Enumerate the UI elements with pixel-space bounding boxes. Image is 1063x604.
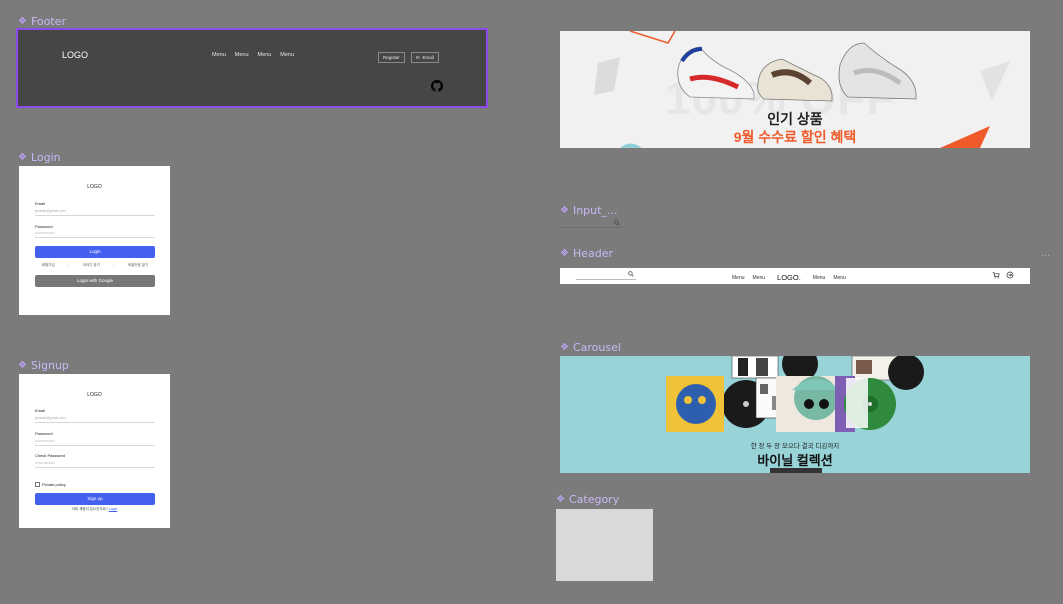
- header-icons: [992, 271, 1014, 279]
- header-menu: Menu Menu LOGO. Menu Menu: [732, 273, 846, 282]
- footer-frame-label[interactable]: ❖ Footer: [18, 15, 66, 28]
- header-logo[interactable]: LOGO.: [777, 273, 801, 282]
- component-icon: ❖: [18, 152, 27, 163]
- mail-icon: ✉: [415, 54, 420, 60]
- login-links: 회원가입 | 아이디 찾기 | 비밀번호 찾기: [41, 263, 149, 268]
- header-menu-item[interactable]: Menu: [732, 275, 745, 281]
- carousel-frame-label[interactable]: ❖ Carousel: [560, 341, 621, 354]
- check-password-label: Check Password: [35, 453, 66, 458]
- signup-button[interactable]: Sign up: [35, 493, 155, 505]
- footer-menu: Menu Menu Menu Menu: [212, 52, 294, 58]
- header-frame-label[interactable]: ❖ Header: [560, 247, 613, 260]
- component-icon: ❖: [560, 205, 569, 216]
- carousel-title: 한 장 두 장 모으다 결국 디깅까지: [750, 443, 840, 450]
- carousel-component[interactable]: 한 장 두 장 모으다 결국 디깅까지 바이닐 컬렉션: [560, 356, 1030, 473]
- header-menu-item[interactable]: Menu: [813, 275, 826, 281]
- footer-logo: LOGO: [62, 50, 89, 60]
- login-icon[interactable]: [1006, 271, 1014, 279]
- component-icon: ❖: [560, 248, 569, 259]
- github-icon[interactable]: [431, 80, 443, 92]
- header-menu-item[interactable]: Menu: [753, 275, 766, 281]
- component-icon: ❖: [18, 360, 27, 371]
- check-password-field[interactable]: ••••••••••••••••: [35, 461, 155, 468]
- find-id-link[interactable]: 아이디 찾기: [83, 263, 100, 268]
- component-icon: ❖: [560, 342, 569, 353]
- login-card[interactable]: LOGO Email jamesk@gmail.com Password •••…: [19, 166, 170, 315]
- find-password-link[interactable]: 비밀번호 찾기: [128, 263, 148, 268]
- search-icon: [628, 271, 634, 277]
- password-field[interactable]: ••••••••••••••••: [35, 439, 155, 446]
- email-button[interactable]: ✉ Email: [410, 52, 439, 63]
- component-icon: ❖: [556, 494, 565, 505]
- email-label: Email: [35, 201, 46, 206]
- google-login-button[interactable]: Login with Google: [35, 275, 155, 287]
- email-field[interactable]: jamesk@gmail.com: [35, 416, 155, 423]
- search-input[interactable]: [560, 219, 622, 228]
- search-icon: [614, 220, 620, 226]
- signup-logo: LOGO: [87, 392, 102, 398]
- password-label: Password: [35, 431, 53, 436]
- email-label: Email: [35, 408, 46, 413]
- password-field[interactable]: ••••••••••••••••: [35, 231, 155, 238]
- password-label: Password: [35, 224, 53, 229]
- more-options-icon[interactable]: ···: [1041, 250, 1050, 260]
- footer-menu-item[interactable]: Menu: [235, 52, 249, 58]
- login-button[interactable]: Login: [35, 246, 155, 258]
- category-frame-label[interactable]: ❖ Category: [556, 493, 619, 506]
- promo-banner[interactable]: 100% OFF 인기 상품 9월 수수료 할인 혜택: [560, 31, 1030, 148]
- carousel-subtitle: 바이닐 컬렉션: [757, 453, 833, 468]
- header-menu-item[interactable]: Menu: [833, 275, 846, 281]
- category-component[interactable]: [556, 509, 653, 581]
- header-component[interactable]: Menu Menu LOGO. Menu Menu: [560, 268, 1030, 284]
- banner-subtitle: 9월 수수료 할인 혜택: [733, 129, 857, 145]
- register-button[interactable]: Register: [378, 52, 405, 63]
- input-frame-label[interactable]: ❖ Input_...: [560, 204, 617, 217]
- privacy-row[interactable]: Private policy: [35, 482, 66, 487]
- login-frame-label[interactable]: ❖ Login: [18, 151, 61, 164]
- footer-component[interactable]: LOGO Menu Menu Menu Menu Register ✉ Emai…: [16, 28, 488, 108]
- login-link[interactable]: Login: [109, 507, 118, 511]
- banner-title: 인기 상품: [767, 111, 823, 127]
- login-prompt: 이미 계정이 있으신가요? Login: [71, 507, 118, 511]
- login-logo: LOGO: [87, 184, 102, 190]
- privacy-checkbox[interactable]: [35, 482, 40, 487]
- signup-link[interactable]: 회원가입: [42, 263, 55, 268]
- cart-icon[interactable]: [992, 271, 1000, 279]
- footer-menu-item[interactable]: Menu: [212, 52, 226, 58]
- component-icon: ❖: [18, 16, 27, 27]
- header-search-input[interactable]: [576, 271, 636, 280]
- footer-menu-item[interactable]: Menu: [280, 52, 294, 58]
- footer-menu-item[interactable]: Menu: [258, 52, 272, 58]
- signup-card[interactable]: LOGO Email jamesk@gmail.com Password •••…: [19, 374, 170, 528]
- signup-frame-label[interactable]: ❖ Signup: [18, 359, 69, 372]
- email-field[interactable]: jamesk@gmail.com: [35, 209, 155, 216]
- footer-buttons: Register ✉ Email: [378, 52, 439, 63]
